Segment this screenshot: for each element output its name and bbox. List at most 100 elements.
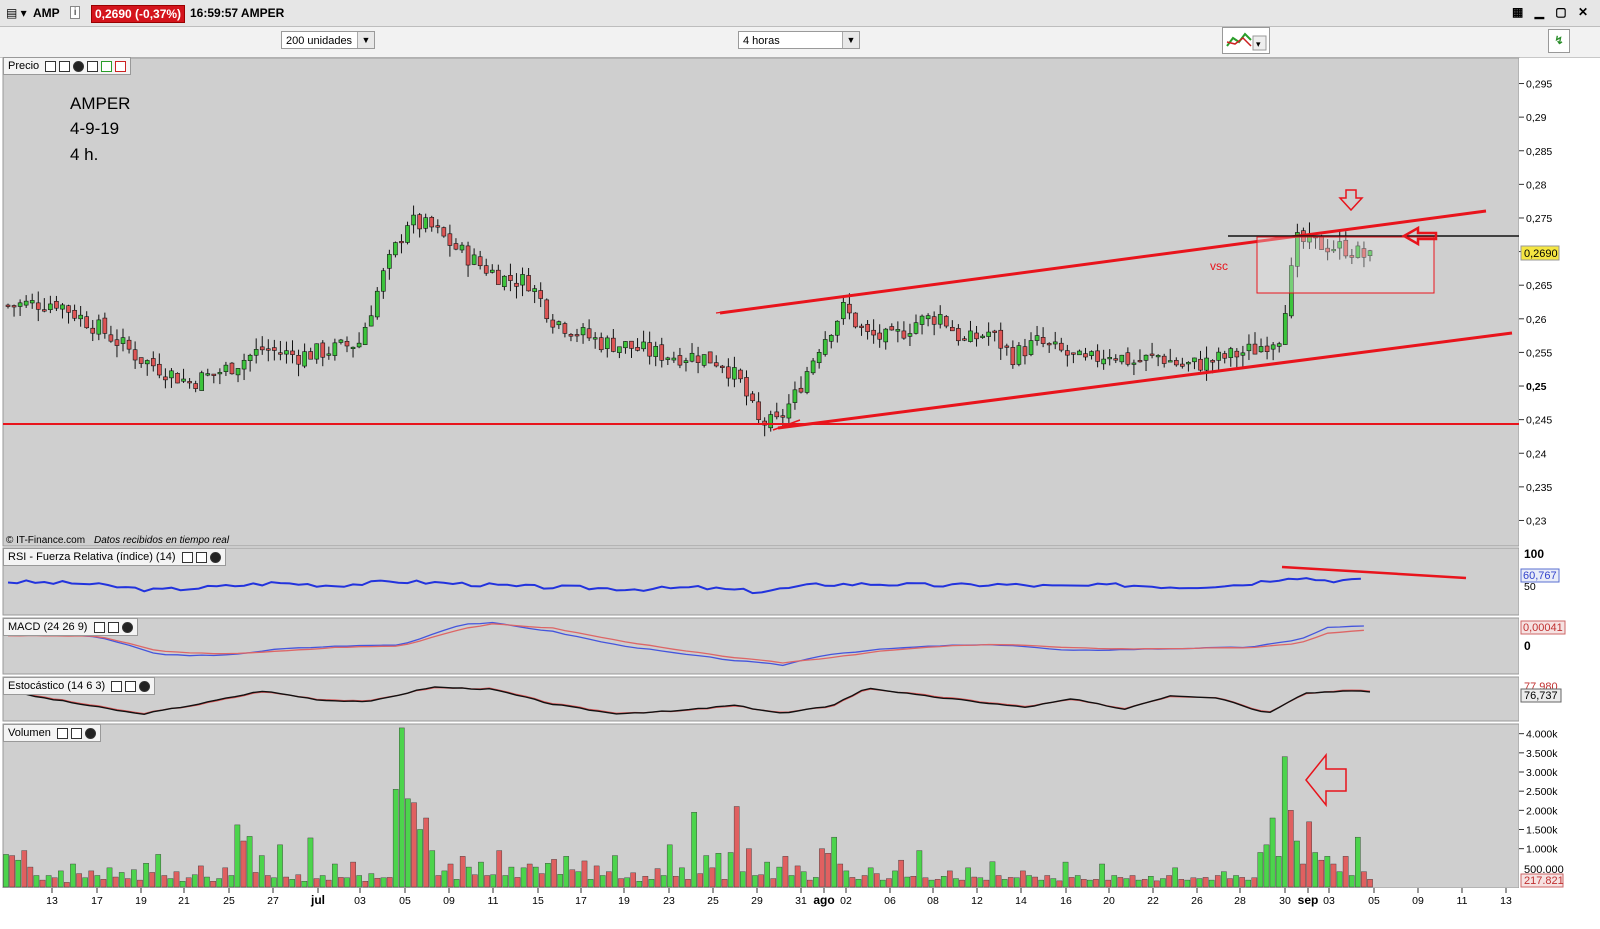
volume-bar [1361,871,1367,888]
volume-bar [1239,877,1245,888]
volume-bar [1081,879,1087,888]
candle-body [1065,350,1070,356]
volume-bar [1135,879,1142,888]
candle-body [1131,362,1137,365]
volume-y-tick-label: 2.500k [1526,786,1558,798]
volume-bar [977,877,984,888]
volume-bar [1330,863,1337,888]
y-tick-label: 0,245 [1526,415,1552,427]
import-icon[interactable] [115,60,127,72]
candle-body [526,275,531,292]
candle-body [1276,343,1282,347]
wrench-icon[interactable] [56,727,68,739]
window-icon[interactable] [107,621,119,633]
volume-bar [3,854,9,888]
volume-bar [916,850,923,888]
chart-type-button[interactable]: ▾ [1222,27,1270,54]
volume-bar [76,873,82,888]
volume-bar [1318,859,1325,888]
period-select[interactable]: 4 horas ▼ [738,31,860,49]
volume-bar [642,876,649,888]
candle-body [786,403,792,419]
volume-bar [15,859,21,888]
volume-bar [344,877,350,888]
y-tick-label: 0,25 [1526,381,1547,393]
volume-bar [465,866,472,888]
candle-body [1083,353,1088,358]
info-icon[interactable]: i [70,6,81,19]
stoch-panel [2,676,1520,722]
volume-bar [1160,878,1166,888]
candle-body [1149,353,1155,356]
volume-bar [228,875,235,888]
close-icon[interactable] [139,680,151,692]
candle-body [726,366,731,379]
candle-body [1137,360,1143,363]
rsi-panel-label[interactable]: RSI - Fuerza Relativa (índice) (14) [3,548,226,566]
volume-bar [234,824,241,888]
close-icon[interactable] [209,551,221,563]
volume-bar [989,861,996,888]
candle-body [265,348,271,351]
volume-bar [332,863,338,888]
units-select[interactable]: 200 unidades ▼ [281,31,375,49]
candle-body [841,302,846,320]
volume-bar [703,855,710,888]
x-tick-label: 12 [971,895,983,907]
wrench-icon[interactable] [45,60,57,72]
chevron-down-icon[interactable]: ▼ [357,32,374,48]
candle-body [520,274,525,286]
volume-bar [983,879,990,888]
chevron-down-icon[interactable]: ▼ [842,32,859,48]
volume-bar [1348,875,1355,888]
volume-bar [971,876,977,888]
wrench-icon[interactable] [93,621,105,633]
candle-body [54,301,59,309]
wrench-icon[interactable] [111,680,123,692]
close-icon[interactable] [84,727,96,739]
candle-body [66,305,71,313]
x-tick-label: 11 [1457,895,1468,907]
volume-bar [204,876,210,888]
candle-body [1028,340,1034,355]
candle-body [574,334,580,337]
export-icon[interactable] [101,60,113,72]
window-icon[interactable] [70,727,82,739]
volume-panel-label[interactable]: Volumen [3,724,101,742]
candle-body [368,315,374,327]
volume-bar [252,872,259,888]
candle-body [974,332,979,340]
candle-body [750,393,755,402]
candle-body [181,378,186,382]
volume-bar [490,874,496,888]
window-icon[interactable] [125,680,137,692]
volume-bar [1281,756,1288,888]
close-icon[interactable] [121,621,133,633]
volume-bar [697,873,703,888]
close-icon[interactable] [73,60,85,72]
refresh-icon[interactable]: ↯ [1548,29,1570,53]
volume-bar [593,865,600,888]
chart-type-icon: ▾ [1226,32,1267,51]
volume-bar [1196,878,1203,888]
candle-body [943,316,949,327]
stoch-panel-label[interactable]: Estocástico (14 6 3) [3,677,156,695]
window-menu-icon[interactable]: ▤ ▾ [6,6,27,20]
x-tick-label: 29 [751,895,763,907]
window-icon[interactable] [195,551,207,563]
candle-body [1016,345,1022,365]
candle-body [598,337,604,351]
volume-bar [1269,817,1276,888]
price-panel-label[interactable]: Precio [3,57,132,75]
window-icon[interactable] [59,60,71,72]
volume-bar [1221,871,1227,888]
volume-y-tick-label: 1.000k [1526,844,1558,856]
volume-bar [405,798,411,888]
x-tick-label: 14 [1015,895,1027,907]
macd-panel-label[interactable]: MACD (24 26 9) [3,618,138,636]
volume-bar [124,878,131,888]
volume-bar [569,869,576,888]
add-icon[interactable] [87,60,99,72]
window-controls[interactable]: ▦ ▁ ▢ ✕ [1512,5,1592,19]
wrench-icon[interactable] [181,551,193,563]
